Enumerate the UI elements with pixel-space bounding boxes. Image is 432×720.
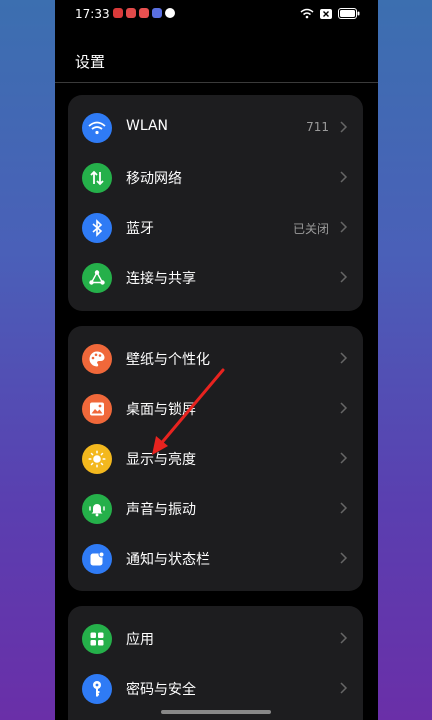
annotation-arrow xyxy=(152,368,225,455)
phone-screen: 17:33 设置 WLAN 711 移动网络 蓝牙 已关闭 连接与共享 壁纸与个… xyxy=(55,0,378,720)
home-indicator[interactable] xyxy=(161,710,271,714)
